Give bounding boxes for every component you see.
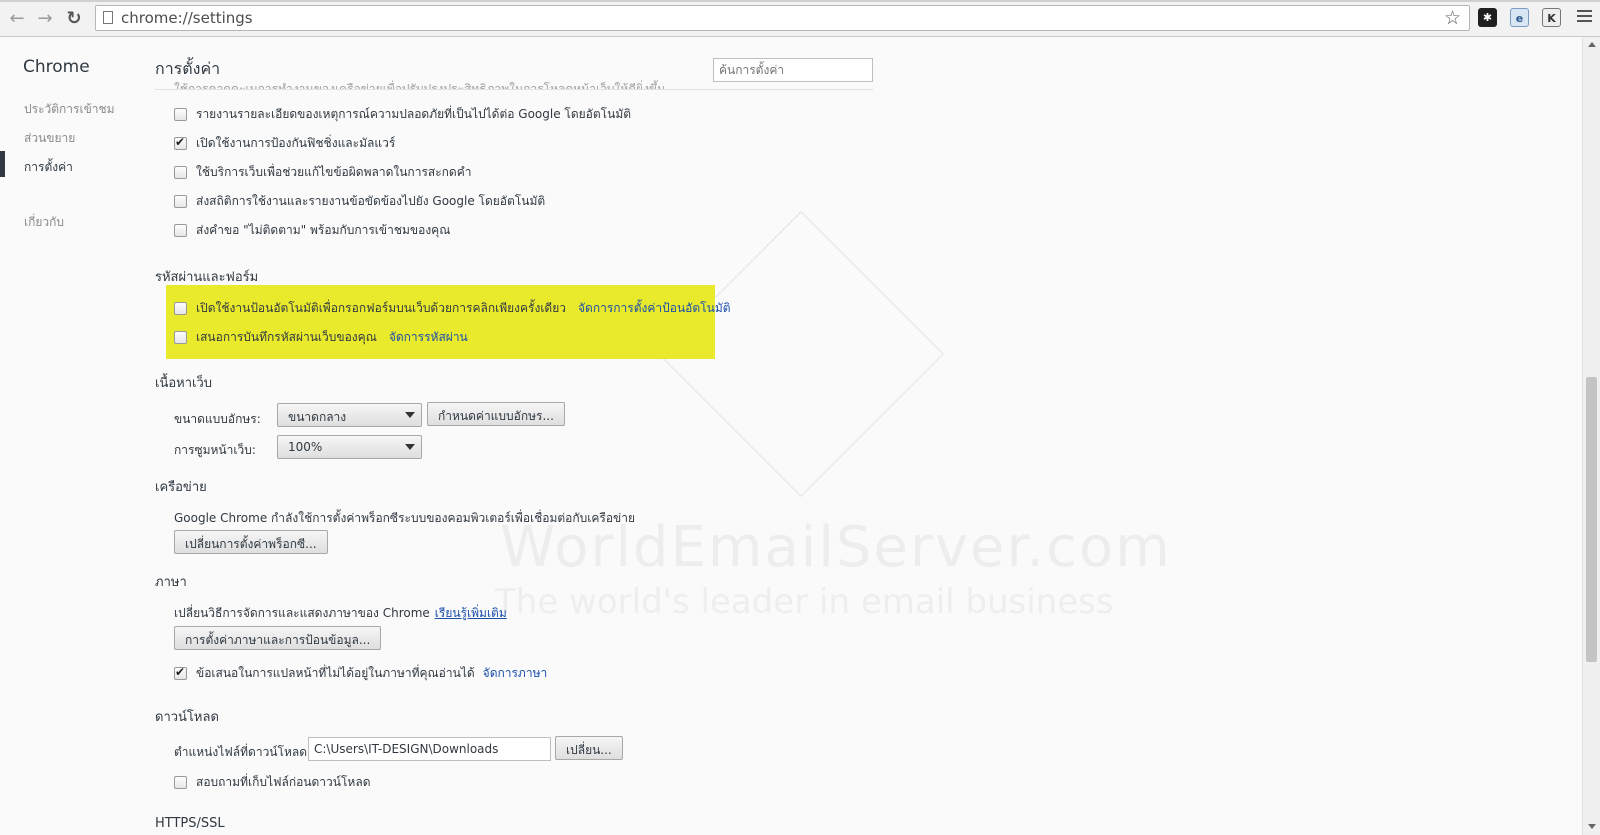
download-location-input[interactable]: C:\Users\IT-DESIGN\Downloads bbox=[308, 737, 551, 761]
customize-fonts-button[interactable]: กำหนดค่าแบบอักษร... bbox=[427, 402, 565, 426]
option-label: ข้อเสนอในการแปลหน้าที่ไม่ได้อยู่ในภาษาที… bbox=[196, 665, 475, 680]
language-settings-button[interactable]: การตั้งค่าภาษาและการป้อนข้อมูล... bbox=[174, 626, 382, 650]
option-label: ส่งสถิติการใช้งานและรายงานข้อขัดข้องไปยั… bbox=[196, 193, 546, 208]
back-arrow-icon[interactable]: ← bbox=[6, 8, 28, 30]
autofill-option[interactable]: เปิดใช้งานป้อนอัตโนมัติเพื่อกรอกฟอร์มบนเ… bbox=[174, 298, 731, 318]
checkbox[interactable] bbox=[174, 330, 187, 344]
chrome-menu-icon[interactable] bbox=[1577, 10, 1592, 25]
scroll-down-arrow-icon[interactable] bbox=[1588, 824, 1596, 829]
ask-download-location-option[interactable]: สอบถามที่เก็บไฟล์ก่อนดาวน์โหลด bbox=[174, 772, 371, 792]
languages-description: เปลี่ยนวิธีการจัดการและแสดงภาษาของ Chrom… bbox=[174, 604, 507, 623]
option-label: สอบถามที่เก็บไฟล์ก่อนดาวน์โหลด bbox=[196, 774, 371, 789]
privacy-option-do-not-track[interactable]: ส่งคำขอ "ไม่ติดตาม" พร้อมกับการเข้าชมของ… bbox=[174, 220, 450, 240]
option-label: เปิดใช้งานป้อนอัตโนมัติเพื่อกรอกฟอร์มบนเ… bbox=[196, 300, 566, 315]
page-zoom-value: 100% bbox=[288, 440, 323, 454]
languages-description-text: เปลี่ยนวิธีการจัดการและแสดงภาษาของ Chrom… bbox=[174, 606, 430, 620]
checkbox-checked[interactable] bbox=[174, 135, 187, 150]
extension-asterisk-icon[interactable]: ✱ bbox=[1478, 8, 1497, 27]
sidebar-active-indicator bbox=[0, 151, 5, 177]
option-label: ส่งคำขอ "ไม่ติดตาม" พร้อมกับการเข้าชมของ… bbox=[196, 222, 451, 237]
page-zoom-select[interactable]: 100% bbox=[277, 435, 422, 459]
manage-passwords-link[interactable]: จัดการรหัสผ่าน bbox=[389, 328, 468, 347]
sidebar-title: Chrome bbox=[23, 57, 90, 77]
option-label: เสนอการบันทึกรหัสผ่านเว็บของคุณ bbox=[196, 329, 377, 344]
checkbox[interactable] bbox=[174, 194, 187, 208]
section-title-web-content: เนื้อหาเว็บ bbox=[155, 376, 213, 391]
translate-option[interactable]: ข้อเสนอในการแปลหน้าที่ไม่ได้อยู่ในภาษาที… bbox=[174, 663, 547, 683]
url-text[interactable]: chrome://settings bbox=[121, 9, 253, 27]
font-size-select[interactable]: ขนาดกลาง bbox=[277, 403, 422, 427]
checkbox[interactable] bbox=[174, 775, 187, 789]
change-download-location-button[interactable]: เปลี่ยน... bbox=[555, 736, 623, 760]
privacy-option-spelling[interactable]: ใช้บริการเว็บเพื่อช่วยแก้ไขข้อผิดพลาดในก… bbox=[174, 162, 471, 182]
manage-languages-link[interactable]: จัดการภาษา bbox=[483, 664, 548, 683]
font-size-value: ขนาดกลาง bbox=[288, 410, 347, 424]
option-label: รายงานรายละเอียดของเหตุการณ์ความปลอดภัยท… bbox=[196, 106, 632, 121]
manage-autofill-link[interactable]: จัดการการตั้งค่าป้อนอัตโนมัติ bbox=[578, 299, 731, 318]
bookmark-star-icon[interactable]: ☆ bbox=[1444, 7, 1461, 29]
sidebar-item-settings[interactable]: การตั้งค่า bbox=[24, 158, 73, 177]
network-description: Google Chrome กำลังใช้การตั้งค่าพร็อกซีร… bbox=[174, 511, 636, 525]
checkbox-checked[interactable] bbox=[174, 665, 187, 680]
highlight-box bbox=[166, 285, 715, 359]
section-title-https: HTTPS/SSL bbox=[155, 816, 225, 831]
download-location-label: ตำแหน่งไฟล์ที่ดาวน์โหลด: bbox=[174, 745, 312, 759]
checkbox[interactable] bbox=[174, 165, 187, 179]
browser-toolbar: ← → ↻ chrome://settings ☆ ✱ e K bbox=[0, 0, 1600, 37]
font-size-label: ขนาดแบบอักษร: bbox=[174, 412, 261, 426]
tab-strip-edge bbox=[0, 0, 1600, 2]
forward-arrow-icon[interactable]: → bbox=[34, 8, 56, 30]
sidebar-item-history[interactable]: ประวัติการเข้าชม bbox=[24, 100, 115, 119]
extension-ie-tab-icon[interactable]: e bbox=[1510, 8, 1529, 27]
section-title-passwords: รหัสผ่านและฟอร์ม bbox=[155, 270, 259, 285]
change-proxy-button[interactable]: เปลี่ยนการตั้งค่าพร็อกซี... bbox=[174, 530, 328, 554]
section-title-languages: ภาษา bbox=[155, 575, 187, 590]
sidebar-item-about[interactable]: เกี่ยวกับ bbox=[24, 213, 64, 232]
page-icon bbox=[103, 11, 113, 24]
page-title: การตั้งค่า bbox=[155, 59, 221, 78]
section-title-downloads: ดาวน์โหลด bbox=[155, 710, 219, 725]
dropdown-arrow-icon bbox=[405, 412, 415, 418]
scrollbar-thumb[interactable] bbox=[1586, 377, 1597, 662]
learn-more-link[interactable]: เรียนรู้เพิ่มเติม bbox=[435, 606, 507, 620]
header-divider bbox=[155, 89, 873, 90]
option-label: เปิดใช้งานการป้องกันฟิชชิ่งและมัลแวร์ bbox=[196, 135, 396, 150]
extension-k-icon[interactable]: K bbox=[1542, 8, 1561, 27]
save-passwords-option[interactable]: เสนอการบันทึกรหัสผ่านเว็บของคุณ จัดการรห… bbox=[174, 327, 468, 347]
vertical-scrollbar[interactable] bbox=[1582, 37, 1600, 835]
privacy-option-usage-stats[interactable]: ส่งสถิติการใช้งานและรายงานข้อขัดข้องไปยั… bbox=[174, 191, 545, 211]
option-label: ใช้บริการเว็บเพื่อช่วยแก้ไขข้อผิดพลาดในก… bbox=[196, 164, 472, 179]
privacy-option-phishing[interactable]: เปิดใช้งานการป้องกันฟิชชิ่งและมัลแวร์ bbox=[174, 133, 395, 153]
address-bar[interactable]: chrome://settings ☆ bbox=[95, 5, 1470, 31]
watermark-tagline: The world's leader in email business bbox=[495, 582, 1114, 622]
page-zoom-label: การซูมหน้าเว็บ: bbox=[174, 443, 256, 457]
checkbox[interactable] bbox=[174, 107, 187, 121]
checkbox[interactable] bbox=[174, 301, 187, 315]
privacy-option-security-report[interactable]: รายงานรายละเอียดของเหตุการณ์ความปลอดภัยท… bbox=[174, 104, 631, 124]
checkbox[interactable] bbox=[174, 223, 187, 237]
settings-search-input[interactable] bbox=[713, 58, 873, 82]
section-title-network: เครือข่าย bbox=[155, 480, 207, 495]
dropdown-arrow-icon bbox=[405, 444, 415, 450]
sidebar-item-extensions[interactable]: ส่วนขยาย bbox=[24, 129, 75, 148]
scroll-up-arrow-icon[interactable] bbox=[1588, 42, 1596, 47]
reload-icon[interactable]: ↻ bbox=[63, 8, 85, 30]
